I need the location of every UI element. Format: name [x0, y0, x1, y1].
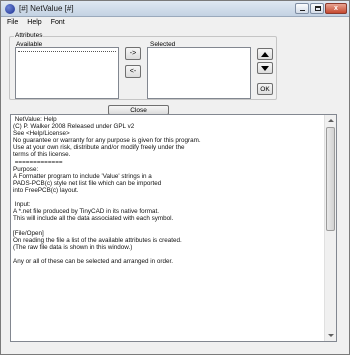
window-title: [#] NetValue [#]	[19, 4, 74, 13]
vertical-scrollbar[interactable]	[324, 115, 336, 341]
available-list[interactable]	[15, 47, 119, 99]
remove-attribute-button[interactable]: <-	[125, 65, 141, 78]
menu-font[interactable]: Font	[51, 17, 65, 29]
menu-help[interactable]: Help	[27, 17, 41, 29]
available-list-focus	[18, 51, 116, 52]
app-window: [#] NetValue [#] x File Help Font Attrib…	[0, 0, 350, 355]
scroll-up-icon	[327, 119, 334, 122]
maximize-button[interactable]	[310, 3, 324, 14]
minimize-button[interactable]	[295, 3, 309, 14]
window-controls: x	[294, 3, 347, 15]
help-text: NetValue: Help (C) P. Walker 2008 Releas…	[13, 116, 201, 265]
selected-list[interactable]	[147, 47, 251, 99]
scroll-thumb[interactable]	[326, 127, 335, 231]
add-attribute-button[interactable]: ->	[125, 47, 141, 60]
move-up-button[interactable]	[257, 48, 273, 60]
scroll-up-button[interactable]	[325, 115, 336, 126]
ok-button[interactable]: OK	[257, 83, 273, 95]
maximize-icon	[315, 6, 321, 11]
move-down-button[interactable]	[257, 62, 273, 74]
scroll-down-icon	[327, 334, 334, 337]
close-window-button[interactable]: x	[325, 3, 347, 14]
help-text-area[interactable]: NetValue: Help (C) P. Walker 2008 Releas…	[10, 114, 337, 342]
minimize-icon	[300, 10, 305, 11]
menu-bar: File Help Font	[1, 17, 349, 29]
arrow-down-icon	[261, 65, 269, 71]
arrow-up-icon	[261, 51, 269, 57]
app-icon	[5, 4, 15, 14]
menu-file[interactable]: File	[7, 17, 18, 29]
title-bar[interactable]: [#] NetValue [#] x	[1, 1, 349, 17]
scroll-down-button[interactable]	[325, 330, 336, 341]
attributes-group-title: Attributes	[14, 32, 44, 40]
